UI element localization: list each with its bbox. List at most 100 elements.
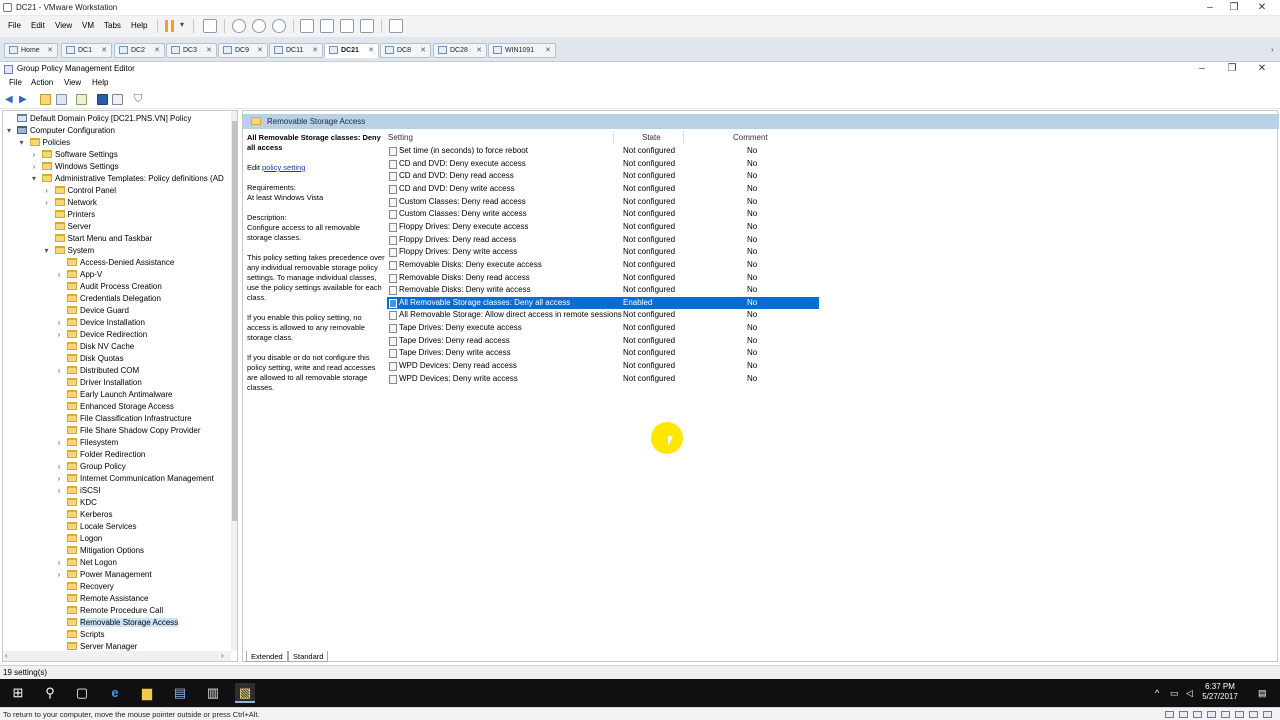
device-display-icon[interactable] [1249,711,1258,718]
tree-node[interactable]: Default Domain Policy [DC21.PNS.VN] Poli… [7,113,191,125]
setting-row[interactable]: Tape Drives: Deny execute access Not conf… [387,322,819,334]
setting-row[interactable]: CD and DVD: Deny execute access Not confi… [387,158,819,170]
tab-scroll-icon[interactable]: › [1271,45,1274,54]
console-view-icon[interactable] [389,19,403,33]
tree-node[interactable]: Audit Process Creation [57,281,162,293]
setting-row[interactable]: Removable Disks: Deny write access Not co… [387,284,819,296]
tab-extended[interactable]: Extended [246,651,288,662]
group-policy-management-icon[interactable]: ▥ [203,683,223,703]
setting-row[interactable]: CD and DVD: Deny read access Not configur… [387,170,819,182]
unity-icon[interactable] [360,19,374,33]
tree-node[interactable]: Disk Quotas [57,353,124,365]
setting-row[interactable]: Set time (in seconds) to force reboot Not… [387,145,819,157]
collapsed-chevron-icon[interactable]: › [55,461,63,473]
close-tab-icon[interactable]: ✕ [154,44,160,57]
expanded-chevron-icon[interactable]: ▾ [30,173,38,185]
tree-node[interactable]: Removable Storage Access [57,617,179,629]
tree-node[interactable]: › Filesystem [57,437,118,449]
tree-node[interactable]: Remote Assistance [57,593,148,605]
column-divider[interactable] [683,131,684,143]
tab-dc21[interactable]: DC21 ✕ [324,43,379,58]
column-header-state[interactable]: State [642,133,661,142]
message-log-icon[interactable] [1263,711,1272,718]
tree-node[interactable]: › Software Settings [32,149,118,161]
gpme-menu-action[interactable]: Action [31,78,53,87]
tree-node[interactable]: Recovery [57,581,114,593]
tree-node[interactable]: › Control Panel [45,185,116,197]
tab-dc3[interactable]: DC3 ✕ [166,43,217,58]
tree-node[interactable]: Printers [45,209,95,221]
network-icon[interactable]: ▭ [1170,688,1179,699]
pause-icon[interactable] [165,20,174,32]
close-tab-icon[interactable]: ✕ [206,44,212,57]
thumbnail-bar-icon[interactable] [320,19,334,33]
collapsed-chevron-icon[interactable]: › [30,161,38,173]
gpme-menu-file[interactable]: File [9,78,22,87]
setting-row[interactable]: WPD Devices: Deny write access Not config… [387,373,819,385]
tree-node[interactable]: ▾ System [43,245,94,257]
gpme-restore-button[interactable]: ❐ [1218,62,1246,75]
tree-node[interactable]: Disk NV Cache [57,341,134,353]
filter-icon[interactable]: ⛉ [134,93,142,106]
edit-policy-link[interactable]: policy setting [262,163,305,172]
menu-edit[interactable]: Edit [31,21,45,30]
setting-row[interactable]: WPD Devices: Deny read access Not configu… [387,360,819,372]
device-printer-icon[interactable] [1235,711,1244,718]
device-sound-icon[interactable] [1221,711,1230,718]
up-folder-icon[interactable] [40,94,51,105]
setting-row[interactable]: Floppy Drives: Deny read access Not confi… [387,234,819,246]
setting-row[interactable]: Custom Classes: Deny read access Not conf… [387,196,819,208]
scroll-right-icon[interactable]: › [221,651,224,660]
menu-tabs[interactable]: Tabs [104,21,121,30]
menu-view[interactable]: View [55,21,72,30]
expanded-chevron-icon[interactable]: ▾ [43,245,51,257]
menu-help[interactable]: Help [131,21,147,30]
tree-node[interactable]: Early Launch Antimalware [57,389,173,401]
tree-node[interactable]: › Network [45,197,97,209]
tree-node[interactable]: Server [45,221,91,233]
collapsed-chevron-icon[interactable]: › [55,269,63,281]
collapsed-chevron-icon[interactable]: › [43,197,51,209]
tab-standard[interactable]: Standard [288,651,329,662]
properties-icon[interactable] [112,94,123,105]
tray-chevron-up-icon[interactable]: ^ [1155,688,1159,698]
collapsed-chevron-icon[interactable]: › [55,437,63,449]
snapshot-icon[interactable] [232,19,246,33]
close-tab-icon[interactable]: ✕ [47,44,53,57]
search-icon[interactable]: ⚲ [40,683,60,703]
device-cd-icon[interactable] [1179,711,1188,718]
restore-button[interactable]: ❐ [1220,1,1248,14]
tab-dc8[interactable]: DC8 ✕ [380,43,431,58]
notifications-icon[interactable]: ▤ [1258,688,1267,699]
tree-node[interactable]: Locale Services [57,521,136,533]
setting-row[interactable]: Tape Drives: Deny write access Not config… [387,347,819,359]
tree-node[interactable]: › Group Policy [57,461,126,473]
collapsed-chevron-icon[interactable]: › [55,329,63,341]
tree-node[interactable]: Start Menu and Taskbar [45,233,152,245]
column-header-setting[interactable]: Setting [388,133,413,142]
tree-node[interactable]: File Share Shadow Copy Provider [57,425,201,437]
tree-node[interactable]: Enhanced Storage Access [57,401,174,413]
column-header-comment[interactable]: Comment [733,133,768,142]
snapshot-manager-icon[interactable] [272,19,286,33]
chevron-down-icon[interactable]: ▾ [180,20,184,29]
tree-node[interactable]: › Windows Settings [32,161,119,173]
show-library-icon[interactable] [300,19,314,33]
close-tab-icon[interactable]: ✕ [312,44,318,57]
tree-node[interactable]: Driver Installation [57,377,142,389]
gpme-minimize-button[interactable]: – [1188,62,1216,75]
tree-node[interactable]: Scripts [57,629,104,641]
tree-horizontal-scrollbar[interactable]: ‹ › [3,651,231,661]
column-divider[interactable] [613,131,614,143]
close-tab-icon[interactable]: ✕ [101,44,107,57]
tree-node[interactable]: Mitigation Options [57,545,144,557]
device-hdd-icon[interactable] [1165,711,1174,718]
tree-node[interactable]: KDC [57,497,97,509]
send-ctrl-alt-del-icon[interactable] [203,19,217,33]
tree-node[interactable]: › Internet Communication Management [57,473,214,485]
tree-node[interactable]: ▾ Policies [19,137,70,149]
setting-row[interactable]: Removable Disks: Deny read access Not con… [387,272,819,284]
tree-node[interactable]: › Device Installation [57,317,145,329]
close-tab-icon[interactable]: ✕ [476,44,482,57]
tree-node[interactable]: Folder Redirection [57,449,145,461]
